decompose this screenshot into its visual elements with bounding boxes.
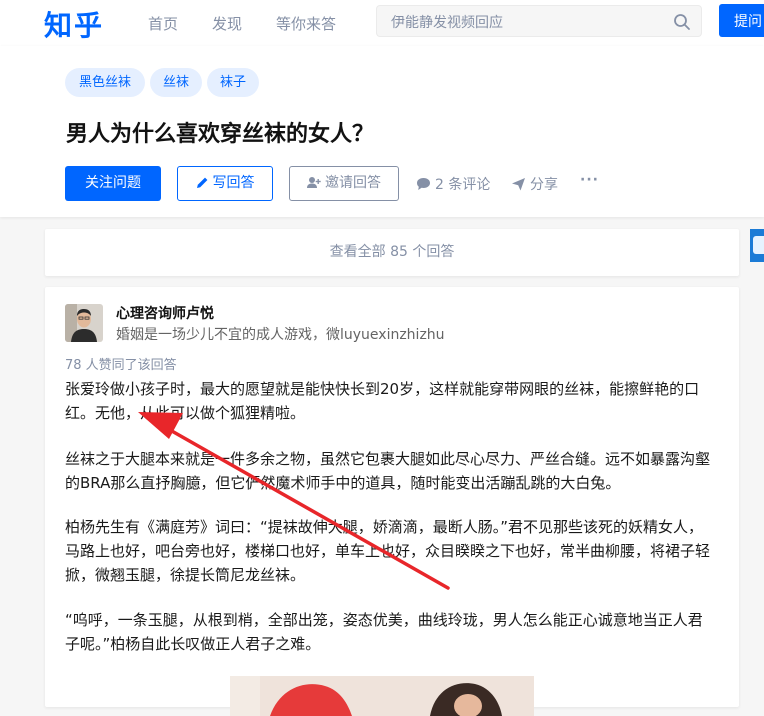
nav-waiting-answers[interactable]: 等你来答 <box>276 13 336 34</box>
answer-card: 心理咨询师卢悦 婚姻是一场少儿不宜的成人游戏，微luyuexinzhizhu 7… <box>45 287 739 716</box>
author-bio: 婚姻是一场少儿不宜的成人游戏，微luyuexinzhizhu <box>116 327 445 343</box>
invite-answer-label: 邀请回答 <box>325 175 381 191</box>
question-title: 男人为什么喜欢穿丝袜的女人？ <box>66 122 375 147</box>
topic-tag[interactable]: 丝袜 <box>150 68 202 97</box>
answer-paragraph: 柏杨先生有《满庭芳》词曰：“提袜故伸大腿，娇滴滴，最断人肠。”君不见那些该死的妖… <box>65 518 711 584</box>
invite-answer-button[interactable]: 邀请回答 <box>289 166 399 201</box>
more-options-button[interactable]: ··· <box>580 172 599 188</box>
answer-image[interactable] <box>230 676 534 716</box>
author-name[interactable]: 心理咨询师卢悦 <box>116 303 214 323</box>
comments-button[interactable]: 2 条评论 <box>416 174 490 194</box>
share-label: 分享 <box>530 177 558 193</box>
question-header: 黑色丝袜 丝袜 袜子 男人为什么喜欢穿丝袜的女人？ 关注问题 写回答 邀请回答 … <box>0 46 764 217</box>
top-navbar: 知乎 首页 发现 等你来答 伊能静发视频回应 提问 <box>0 0 764 46</box>
search-input[interactable]: 伊能静发视频回应 <box>391 12 503 32</box>
view-all-answers-button[interactable]: 查看全部 85 个回答 <box>45 229 739 276</box>
nav-discover[interactable]: 发现 <box>212 13 242 34</box>
vote-count: 78 人赞同了该回答 <box>65 358 177 373</box>
share-icon <box>512 178 525 191</box>
follow-question-button[interactable]: 关注问题 <box>65 166 161 201</box>
side-widget-icon <box>753 236 764 254</box>
zhihu-logo[interactable]: 知乎 <box>44 4 104 44</box>
comment-icon <box>417 178 430 190</box>
answer-paragraph: “呜呼，一条玉腿，从根到梢，全部出笼，姿态优美，曲线玲珑，男人怎么能正心诚意地当… <box>65 611 703 653</box>
search-box[interactable]: 伊能静发视频回应 <box>376 5 702 37</box>
topic-tag[interactable]: 袜子 <box>207 68 259 97</box>
avatar[interactable] <box>65 304 103 342</box>
add-user-icon <box>307 177 321 188</box>
answer-paragraph: 丝袜之于大腿本来就是一件多余之物，虽然它包裹大腿如此尽心尽力、严丝合缝。远不如暴… <box>65 450 711 492</box>
avatar-image <box>65 304 103 342</box>
pencil-icon <box>196 177 207 188</box>
write-answer-label: 写回答 <box>212 175 255 191</box>
search-icon[interactable] <box>673 13 691 31</box>
write-answer-button[interactable]: 写回答 <box>177 166 273 201</box>
ask-question-button[interactable]: 提问 <box>719 4 764 37</box>
comments-count: 2 条评论 <box>435 177 491 193</box>
answer-image-content <box>230 676 534 716</box>
answer-paragraph: 张爱玲做小孩子时，最大的愿望就是能快快长到20岁，这样就能穿带网眼的丝袜，能擦鲜… <box>65 380 700 422</box>
topic-tag[interactable]: 黑色丝袜 <box>65 68 145 97</box>
nav-home[interactable]: 首页 <box>148 13 178 34</box>
share-button[interactable]: 分享 <box>511 174 558 194</box>
